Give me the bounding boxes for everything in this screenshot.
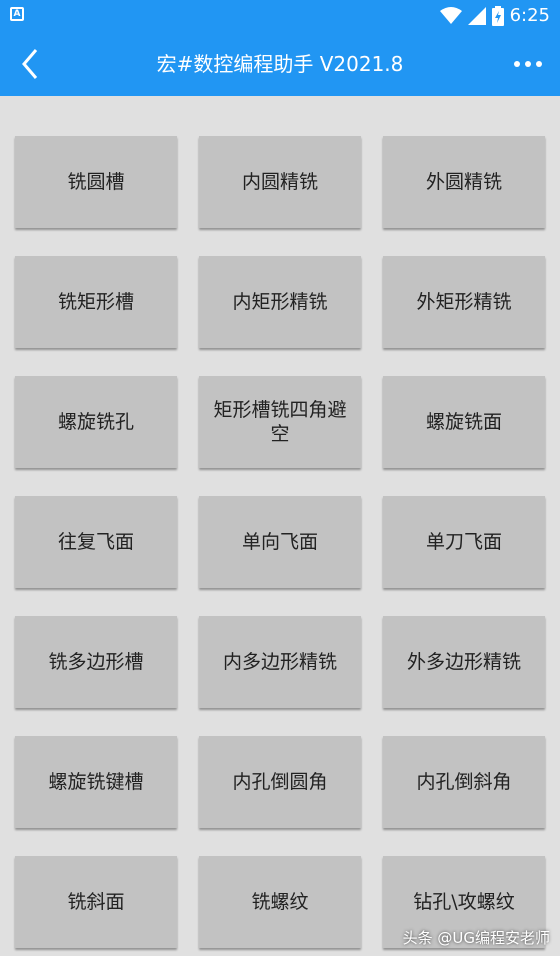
grid-button[interactable]: 铣螺纹 [199,856,361,948]
grid-button[interactable]: 螺旋铣面 [383,376,545,468]
function-grid: 铣圆槽 内圆精铣 外圆精铣 铣矩形槽 内矩形精铣 外矩形精铣 螺旋铣孔 矩形槽铣… [15,136,545,948]
grid-button[interactable]: 单刀飞面 [383,496,545,588]
grid-button[interactable]: 矩形槽铣四角避空 [199,376,361,468]
grid-button[interactable]: 内孔倒圆角 [199,736,361,828]
wifi-icon [439,7,462,24]
battery-icon [491,6,504,26]
grid-button[interactable]: 外多边形精铣 [383,616,545,708]
chevron-left-icon [22,49,38,79]
more-dots-icon [514,61,520,67]
grid-button[interactable]: 外矩形精铣 [383,256,545,348]
status-bar: A 6:25 [0,0,560,32]
clock: 6:25 [509,5,550,26]
grid-button[interactable]: 铣矩形槽 [15,256,177,348]
grid-button[interactable]: 外圆精铣 [383,136,545,228]
grid-button[interactable]: 螺旋铣孔 [15,376,177,468]
watermark: 头条 @UG编程安老师 [402,929,550,947]
grid-button[interactable]: 内多边形精铣 [199,616,361,708]
grid-button[interactable]: 铣多边形槽 [15,616,177,708]
grid-button[interactable]: 铣圆槽 [15,136,177,228]
grid-button[interactable]: 铣斜面 [15,856,177,948]
grid-button[interactable]: 螺旋铣键槽 [15,736,177,828]
grid-button[interactable]: 内矩形精铣 [199,256,361,348]
back-button[interactable] [10,42,50,86]
grid-button[interactable]: 内圆精铣 [199,136,361,228]
more-options-button[interactable] [504,42,552,86]
status-icons: 6:25 [439,4,550,28]
cell-signal-icon [467,7,486,25]
toolbar: 宏#数控编程助手 V2021.8 [0,32,560,96]
app-notification-icon: A [10,7,24,21]
grid-button[interactable]: 内孔倒斜角 [383,736,545,828]
grid-button[interactable]: 往复飞面 [15,496,177,588]
page-title: 宏#数控编程助手 V2021.8 [156,52,404,76]
grid-button[interactable]: 单向飞面 [199,496,361,588]
